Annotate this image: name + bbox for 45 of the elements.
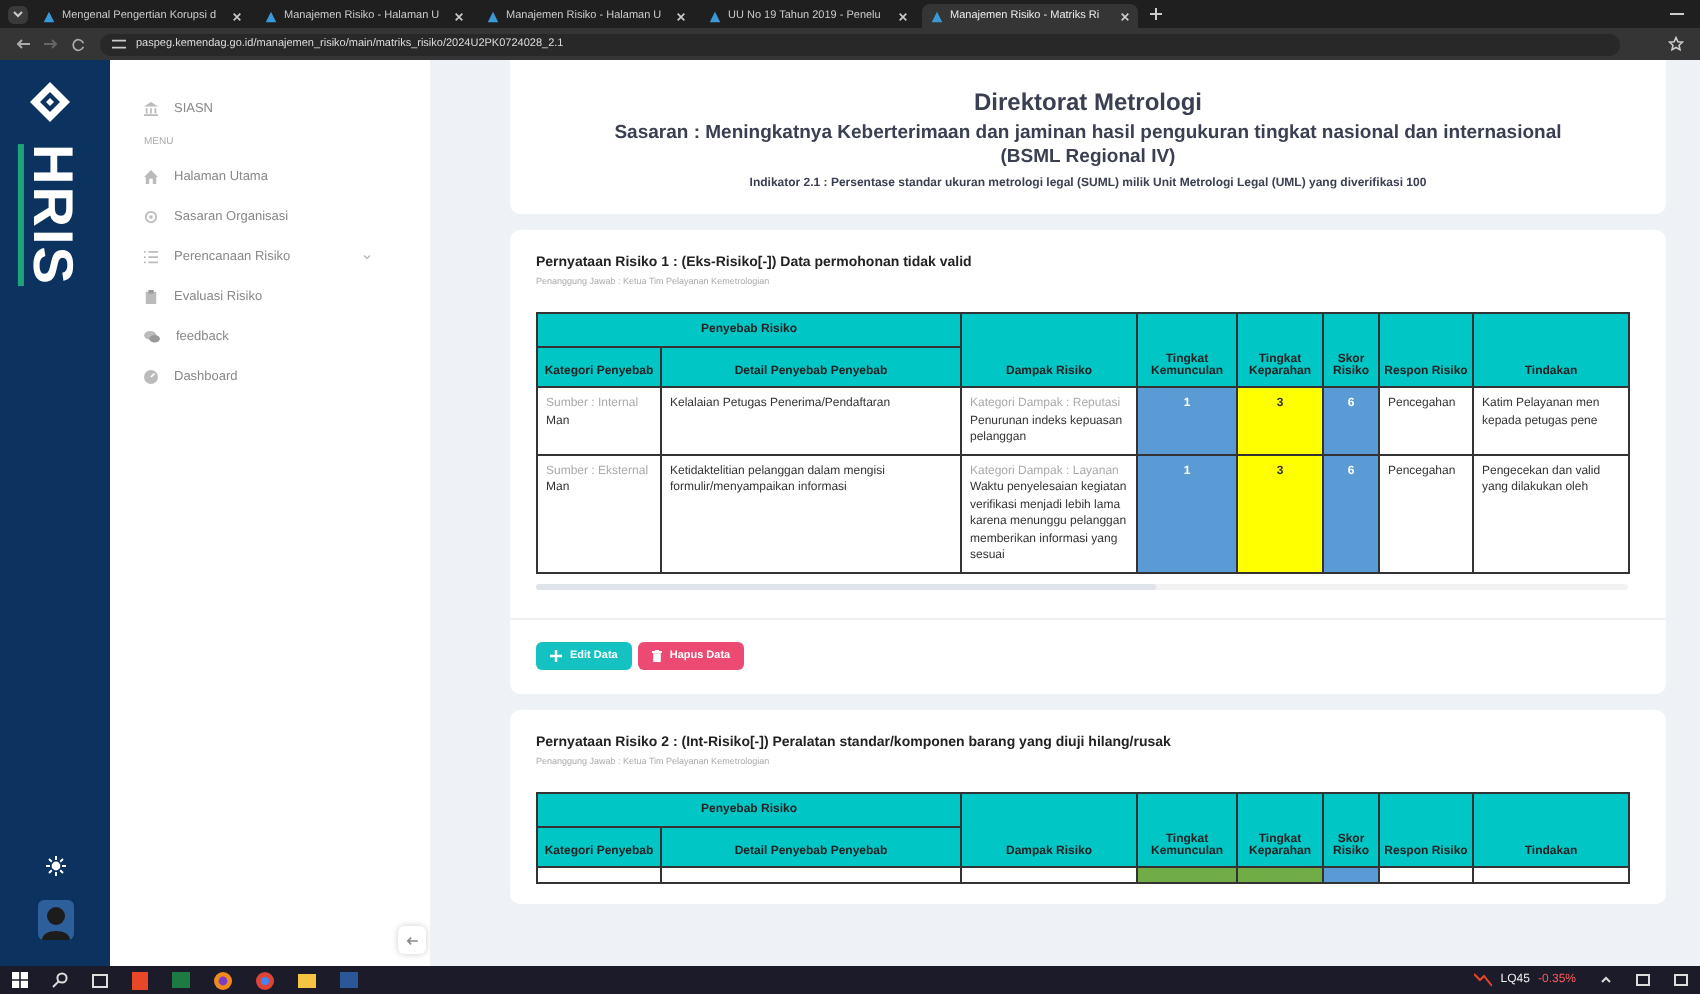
site-icon [264, 9, 278, 23]
minimize-icon[interactable] [1670, 12, 1684, 16]
brand-logo-text: HRIS [18, 143, 80, 285]
back-icon[interactable] [16, 38, 30, 50]
site-icon [930, 9, 944, 23]
clipboard-icon [144, 289, 158, 303]
site-settings-icon[interactable] [112, 38, 126, 50]
dashboard-icon [144, 369, 158, 383]
home-icon [144, 169, 158, 183]
folder-icon[interactable] [298, 973, 316, 987]
browser-app-icon[interactable] [214, 971, 232, 989]
site-icon [708, 9, 722, 23]
chevron-down-icon [12, 10, 24, 18]
plus-icon [550, 649, 562, 661]
new-tab-icon[interactable] [1150, 8, 1162, 20]
list-icon [144, 249, 158, 263]
notification-icon[interactable] [1674, 973, 1688, 987]
site-icon [486, 9, 500, 23]
app-icon[interactable] [132, 971, 148, 989]
goal-text: Sasaran : Meningkatnya Keberterimaan dan jaminan hasil pengukuran tingkat nasional dan internasional (BSML Regional IV) [612, 122, 1564, 170]
windows-icon[interactable] [12, 972, 28, 988]
sun-icon[interactable] [45, 856, 65, 876]
chat-icon [144, 329, 160, 343]
browser-app-icon[interactable] [256, 971, 274, 989]
trash-icon [651, 649, 662, 661]
star-icon[interactable] [1668, 36, 1684, 52]
arrow-left-icon [406, 935, 418, 945]
task-view-icon[interactable] [92, 973, 108, 987]
page-title: Direktorat Metrologi [973, 88, 1202, 116]
site-icon [42, 9, 56, 23]
close-icon[interactable] [1120, 11, 1130, 21]
close-icon[interactable] [676, 11, 686, 21]
chevron-up-icon[interactable] [1600, 976, 1612, 984]
logo-icon [27, 80, 71, 124]
close-icon[interactable] [898, 11, 908, 21]
tab-list-button[interactable] [8, 5, 28, 23]
avatar-icon[interactable] [37, 900, 73, 940]
close-icon[interactable] [454, 11, 464, 21]
reload-icon[interactable] [72, 37, 86, 51]
close-icon[interactable] [232, 11, 242, 21]
chart-icon [1474, 972, 1493, 988]
target-icon [144, 209, 158, 223]
network-icon[interactable] [1636, 973, 1650, 987]
bank-icon [144, 101, 158, 115]
search-icon[interactable] [52, 972, 68, 988]
